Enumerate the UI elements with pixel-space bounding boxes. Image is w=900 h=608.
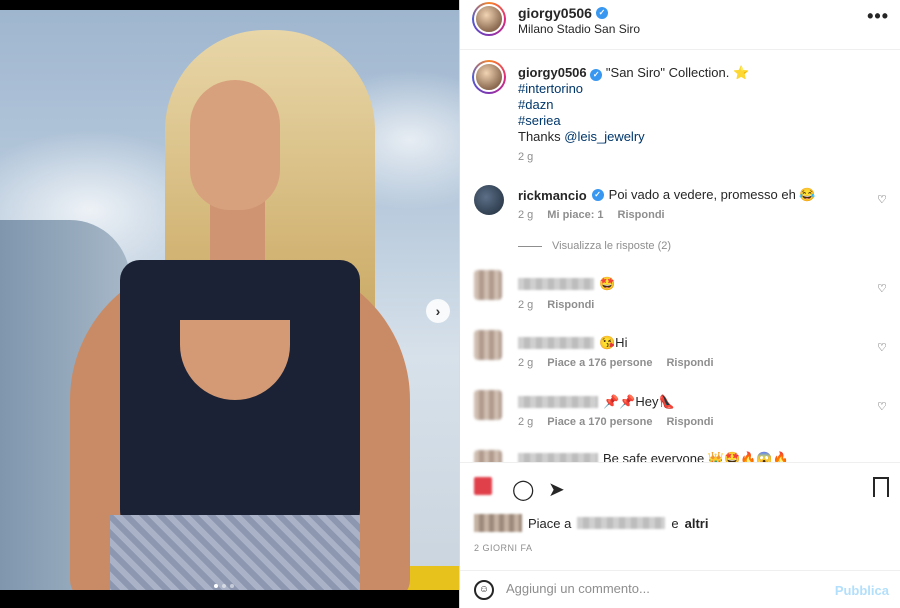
caption-username[interactable]: giorgy0506 [518,65,587,80]
instagram-post-window: › giorgy0506 ✓ Milano Stadio San Siro ••… [0,0,900,608]
comments-scroll-area[interactable]: giorgy0506 ✓ "San Siro" Collection. ⭐ #i… [460,50,900,462]
caption-first-line: giorgy0506 ✓ "San Siro" Collection. ⭐ [518,65,749,81]
post-actions-bar: ◯ ➤ [460,462,900,512]
comment-text: 📌📌Hey👠 [603,394,675,409]
comment-meta: 2 g Mi piace: 1 Rispondi [518,209,665,221]
reply-button[interactable]: Rispondi [666,357,713,369]
reply-button[interactable]: Rispondi [618,209,665,221]
blurred-username[interactable] [518,278,594,290]
blurred-username[interactable] [518,396,598,408]
comment-line: 📌📌Hey👠 [518,394,675,410]
carousel-dot [230,584,234,588]
comment-likes[interactable]: Piace a 170 persone [547,416,652,428]
caption-text: "San Siro" Collection. [605,65,730,80]
more-options-icon[interactable]: ••• [867,6,889,27]
carousel-dot [222,584,226,588]
comment-line: Be safe everyone 👑🤩🔥😱🔥 [518,451,789,462]
comment-line: rickmancio ✓ Poi vado a vedere, promesso… [518,187,816,203]
blurred-avatar[interactable] [474,330,502,360]
post-photo[interactable]: › [0,10,459,590]
comment-likes[interactable]: Mi piace: 1 [547,209,603,221]
comment-timestamp[interactable]: 2 g [518,416,533,428]
caption-timestamp[interactable]: 2 g [518,151,533,163]
comment-text: Be safe everyone 👑🤩🔥😱🔥 [603,451,789,462]
comment-timestamp[interactable]: 2 g [518,299,533,311]
blurred-username[interactable] [518,453,598,462]
publish-button[interactable]: Pubblica [835,583,889,598]
commenter-avatar[interactable] [474,185,504,215]
comment-text: 🤩 [599,276,616,291]
replies-line [518,245,542,247]
likes-summary: Piace a e altri [474,514,708,532]
comment-likes[interactable]: Piace a 176 persone [547,357,652,369]
comment-text: Poi vado a vedere, promesso eh 😂 [608,187,816,202]
hashtag-link[interactable]: #intertorino [518,81,583,97]
chevron-right-icon: › [435,303,441,319]
author-avatar[interactable] [472,2,506,36]
hashtag-link[interactable]: #seriea [518,113,561,129]
likes-others-link[interactable]: altri [685,516,709,531]
comment-timestamp[interactable]: 2 g [518,357,533,369]
person-skirt [110,515,360,590]
emoji-icon[interactable]: ☺ [474,580,494,600]
comment-input[interactable] [506,581,806,596]
person-face [190,80,280,210]
blurred-avatar[interactable] [474,450,502,462]
carousel-dots [214,584,234,588]
comment-meta: 2 g Rispondi [518,299,594,311]
post-header: giorgy0506 ✓ Milano Stadio San Siro ••• [460,0,900,50]
verified-badge-icon: ✓ [591,189,604,201]
reply-button[interactable]: Rispondi [547,299,594,311]
heart-icon[interactable]: ♡ [877,400,889,413]
verified-badge-icon: ✓ [595,7,608,19]
post-timestamp[interactable]: 2 GIORNI FA [474,543,533,553]
heart-icon[interactable]: ♡ [877,193,889,206]
person-top [120,260,360,540]
caption-meta: 2 g [518,151,533,163]
caption-author-avatar[interactable] [472,60,506,94]
comment-meta: 2 g Piace a 170 persone Rispondi [518,416,714,428]
blurred-avatar[interactable] [474,270,502,300]
comment-line: 🤩 [518,276,615,292]
reply-button[interactable]: Rispondi [666,416,713,428]
comment-timestamp[interactable]: 2 g [518,209,533,221]
heart-icon[interactable]: ♡ [877,341,889,354]
caption-thanks-line: Thanks @leis_jewelry [518,129,645,144]
next-photo-button[interactable]: › [426,299,450,323]
hashtag-link[interactable]: #dazn [518,97,553,113]
blurred-liker-name[interactable] [577,517,666,529]
comment-line: 😘Hi [518,335,627,351]
view-replies-button[interactable]: Visualizza le risposte (2) [518,240,671,252]
add-comment-bar: ☺ Pubblica [460,570,900,608]
star-emoji: ⭐ [732,65,750,80]
share-icon[interactable]: ➤ [548,477,565,502]
bookmark-icon[interactable] [873,477,889,497]
mention-link[interactable]: @leis_jewelry [564,129,644,144]
comment-meta: 2 g Piace a 176 persone Rispondi [518,357,714,369]
comment-text: 😘Hi [599,335,628,350]
blurred-avatar[interactable] [474,390,502,420]
likes-avatars[interactable] [474,514,522,532]
comment-icon[interactable]: ◯ [512,477,534,502]
post-location[interactable]: Milano Stadio San Siro [518,22,640,36]
carousel-dot-active [214,584,218,588]
heart-icon[interactable]: ♡ [877,282,889,295]
blurred-username[interactable] [518,337,594,349]
comment-username[interactable]: rickmancio [518,188,587,203]
verified-badge-icon: ✓ [590,69,603,81]
post-details-panel: giorgy0506 ✓ Milano Stadio San Siro ••• … [459,0,900,608]
like-heart-icon[interactable] [474,477,492,495]
author-username[interactable]: giorgy0506 ✓ [518,5,608,21]
